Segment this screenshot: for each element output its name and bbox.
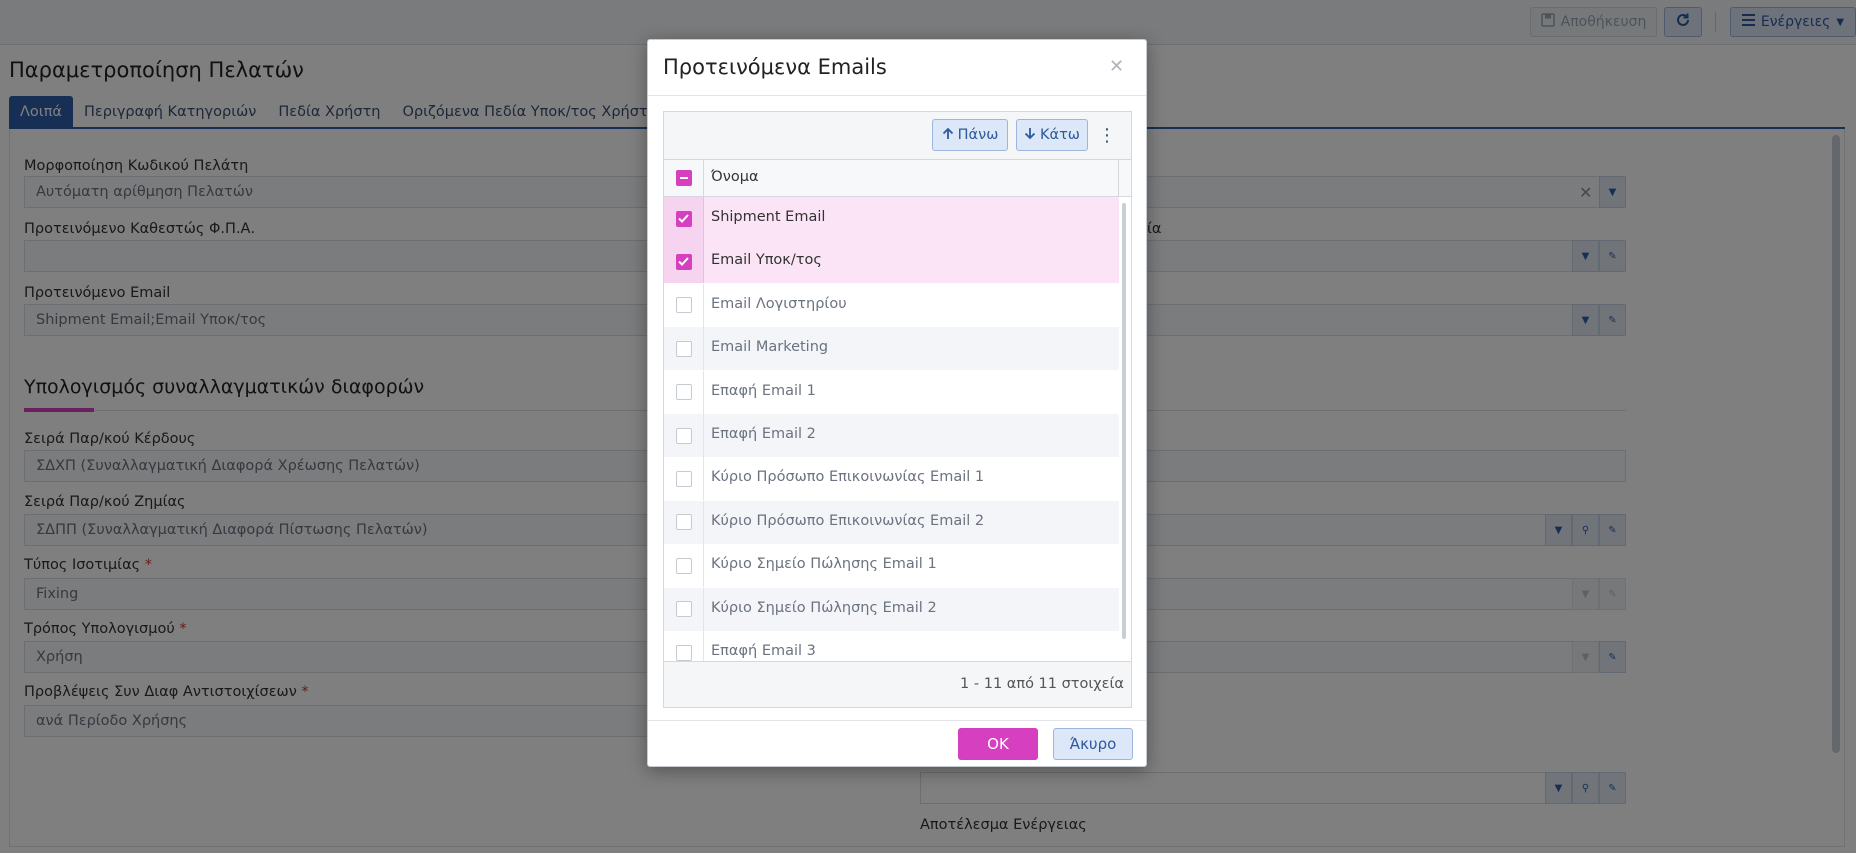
row-name: Κύριο Πρόσωπο Επικοινωνίας Email 1 <box>711 469 985 486</box>
dialog-footer: OK Άκυρο <box>648 720 1146 766</box>
row-name: Κύριο Σημείο Πώλησης Email 1 <box>711 556 937 573</box>
row-checkbox-cell <box>664 327 704 371</box>
move-down-button[interactable]: Κάτω <box>1016 119 1088 151</box>
grid-pager: 1 - 11 από 11 στοιχεία <box>664 661 1131 707</box>
dialog-header: Προτεινόμενα Emails ✕ <box>648 40 1146 96</box>
row-checkbox[interactable] <box>675 644 692 661</box>
table-row[interactable]: Επαφή Email 1 <box>664 370 1119 414</box>
dialog-title: Προτεινόμενα Emails <box>663 55 887 79</box>
row-checkbox[interactable] <box>675 297 692 314</box>
row-checkbox-cell <box>664 500 704 544</box>
row-checkbox-cell <box>664 283 704 327</box>
arrow-down-icon <box>1024 127 1036 144</box>
grid-rows: Shipment Email Email Υποκ/τος Email Λογιστ… <box>664 197 1119 661</box>
row-checkbox[interactable] <box>675 427 692 444</box>
table-row[interactable]: Επαφή Email 3 <box>664 631 1119 661</box>
table-row[interactable]: Κύριο Πρόσωπο Επικοινωνίας Email 2 <box>664 500 1119 544</box>
table-row[interactable]: Email Λογιστηρίου <box>664 283 1119 327</box>
row-name: Επαφή Email 1 <box>711 382 816 399</box>
grid-scrollbar[interactable] <box>1122 203 1126 639</box>
table-row[interactable]: Κύριο Πρόσωπο Επικοινωνίας Email 1 <box>664 457 1119 501</box>
grid-toolbar: Πάνω Κάτω ⋮ <box>664 112 1131 160</box>
check-icon <box>678 214 689 223</box>
row-checkbox[interactable] <box>675 470 692 487</box>
more-options-icon[interactable]: ⋮ <box>1098 124 1116 148</box>
move-up-button[interactable]: Πάνω <box>932 119 1008 151</box>
table-row[interactable]: Email Υποκ/τος <box>664 240 1119 284</box>
row-checkbox-cell <box>664 544 704 588</box>
row-checkbox-cell <box>664 370 704 414</box>
row-checkbox[interactable] <box>675 340 692 357</box>
table-row[interactable]: Επαφή Email 2 <box>664 414 1119 457</box>
row-checkbox[interactable] <box>675 557 692 574</box>
cancel-button[interactable]: Άκυρο <box>1053 728 1133 760</box>
row-checkbox[interactable] <box>675 210 692 227</box>
row-checkbox-cell <box>664 197 704 240</box>
row-checkbox[interactable] <box>675 514 692 531</box>
row-name: Email Υποκ/τος <box>711 252 822 269</box>
move-down-label: Κάτω <box>1040 127 1080 143</box>
table-row[interactable]: Κύριο Σημείο Πώλησης Email 2 <box>664 587 1119 631</box>
emails-grid: Πάνω Κάτω ⋮ Όνομα Shipment Email Email Υπ… <box>663 111 1132 708</box>
table-row[interactable]: Email Marketing <box>664 327 1119 371</box>
row-name: Επαφή Email 3 <box>711 643 816 659</box>
move-up-label: Πάνω <box>957 127 999 143</box>
column-divider <box>1118 160 1119 196</box>
row-checkbox-cell <box>664 240 704 284</box>
row-checkbox[interactable] <box>675 253 692 270</box>
row-name: Κύριο Πρόσωπο Επικοινωνίας Email 2 <box>711 512 985 529</box>
grid-header: Όνομα <box>664 160 1131 197</box>
column-header-name[interactable]: Όνομα <box>711 169 759 185</box>
row-name: Email Λογιστηρίου <box>711 295 847 312</box>
row-name: Επαφή Email 2 <box>711 426 816 442</box>
table-row[interactable]: Shipment Email <box>664 197 1119 240</box>
select-all-cell <box>664 160 704 196</box>
row-name: Shipment Email <box>711 209 826 225</box>
select-all-checkbox[interactable] <box>675 170 692 186</box>
pager-info: 1 - 11 από 11 στοιχεία <box>960 676 1124 692</box>
row-checkbox[interactable] <box>675 601 692 618</box>
suggested-emails-dialog: Προτεινόμενα Emails ✕ Πάνω Κάτω ⋮ Όνομα … <box>647 39 1147 767</box>
row-checkbox-cell <box>664 414 704 457</box>
ok-button[interactable]: OK <box>958 728 1038 760</box>
row-checkbox-cell <box>664 631 704 661</box>
arrow-up-icon <box>942 127 954 144</box>
table-row[interactable]: Κύριο Σημείο Πώλησης Email 1 <box>664 544 1119 588</box>
row-checkbox[interactable] <box>675 384 692 401</box>
row-checkbox-cell <box>664 587 704 631</box>
row-name: Email Marketing <box>711 339 829 356</box>
row-checkbox-cell <box>664 457 704 501</box>
row-name: Κύριο Σημείο Πώλησης Email 2 <box>711 599 937 616</box>
close-icon[interactable]: ✕ <box>1109 56 1124 77</box>
check-icon <box>678 257 689 267</box>
